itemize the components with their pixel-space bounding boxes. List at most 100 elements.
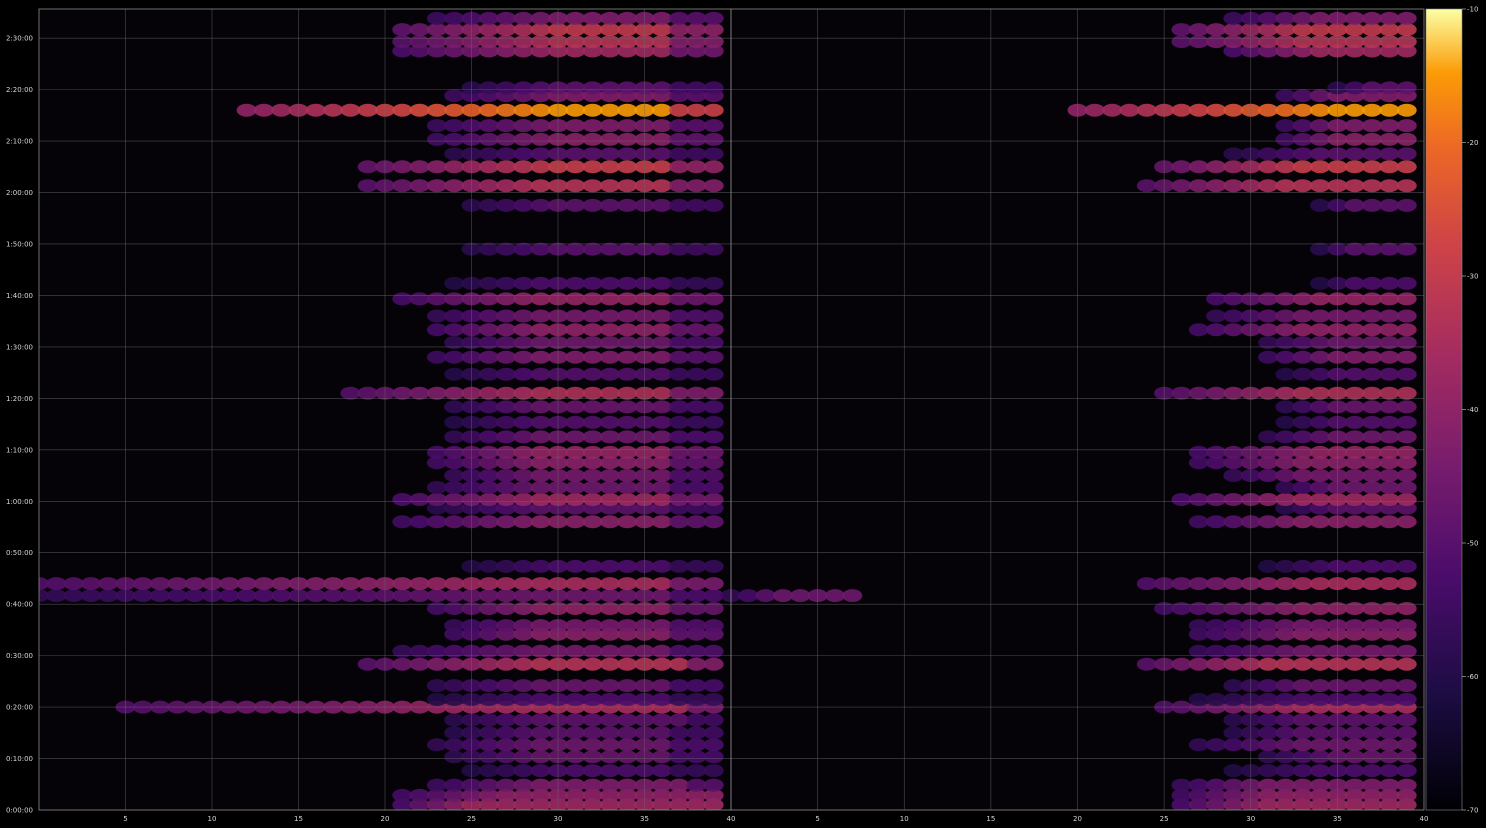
heatmap-cell: [686, 198, 707, 212]
heatmap-cell: [1258, 445, 1279, 459]
heatmap-cell: [651, 692, 672, 706]
heatmap-cell: [582, 589, 603, 603]
heatmap-cell: [530, 481, 551, 494]
heatmap-cell: [478, 577, 499, 591]
heatmap-cell: [669, 445, 690, 459]
heatmap-cell: [530, 750, 551, 764]
heatmap-cell: [513, 589, 534, 603]
heatmap-cell: [1258, 577, 1279, 591]
heatmap-cell: [426, 179, 447, 193]
heatmap-cell: [617, 198, 638, 212]
heatmap-cell: [513, 198, 534, 212]
heatmap-cell: [1275, 515, 1296, 529]
heatmap-cell: [617, 147, 638, 161]
heatmap-cell: [599, 481, 620, 494]
heatmap-cell: [392, 23, 413, 37]
heatmap-cell: [1379, 493, 1400, 506]
x-tick-label: 10: [900, 815, 909, 823]
heatmap-cell: [651, 778, 672, 792]
heatmap-cell: [703, 179, 724, 193]
heatmap-cell: [686, 147, 707, 161]
heatmap-cell: [357, 589, 378, 603]
heatmap-cell: [444, 619, 465, 633]
heatmap-cell: [1362, 386, 1382, 400]
heatmap-cell: [1362, 242, 1382, 256]
heatmap-cell: [651, 764, 672, 778]
heatmap-cell: [530, 577, 551, 591]
heatmap-cell: [513, 750, 534, 764]
heatmap-cell: [599, 179, 620, 193]
heatmap-cell: [1379, 469, 1400, 482]
heatmap-cell: [617, 619, 638, 633]
heatmap-cell: [1396, 309, 1417, 323]
heatmap-cell: [1171, 35, 1192, 49]
heatmap-cell: [1310, 147, 1330, 161]
heatmap-cell: [651, 750, 672, 764]
heatmap-cell: [582, 160, 603, 174]
heatmap-cell: [1292, 35, 1313, 49]
x-tick-label: 5: [815, 815, 819, 823]
heatmap-cell: [478, 481, 499, 494]
heatmap-cell: [1275, 559, 1296, 573]
heatmap-cell: [530, 559, 551, 573]
heatmap-cell: [1396, 400, 1417, 414]
heatmap-cell: [530, 692, 551, 706]
y-tick-label: 1:00:00: [6, 498, 33, 506]
heatmap-cell: [1362, 132, 1382, 146]
y-tick-label: 2:20:00: [6, 86, 33, 94]
heatmap-cell: [496, 750, 517, 764]
heatmap-cell: [530, 657, 551, 671]
heatmap-cell: [1206, 309, 1227, 323]
heatmap-cell: [1396, 35, 1417, 49]
heatmap-cell: [1362, 350, 1382, 364]
heatmap-cell: [1223, 147, 1244, 161]
heatmap-cell: [1275, 132, 1296, 146]
heatmap-cell: [1396, 559, 1417, 573]
heatmap-cell: [617, 179, 638, 193]
heatmap-cell: [392, 292, 413, 306]
heatmap-cell: [496, 778, 517, 792]
heatmap-cell: [496, 160, 517, 174]
heatmap-cell: [219, 577, 240, 591]
heatmap-cell: [686, 657, 707, 671]
heatmap-cell: [409, 657, 430, 671]
heatmap-cell: [651, 726, 672, 740]
heatmap-cell: [530, 738, 551, 752]
heatmap-cell: [669, 103, 690, 117]
heatmap-cell: [686, 738, 707, 752]
heatmap-cell: [582, 445, 603, 459]
heatmap-cell: [1258, 738, 1279, 752]
heatmap-cell: [478, 469, 499, 482]
heatmap-cell: [444, 400, 465, 414]
heatmap-cell: [1344, 198, 1365, 212]
heatmap-cell: [513, 160, 534, 174]
heatmap-cell: [1362, 367, 1382, 381]
heatmap-cell: [530, 198, 551, 212]
heatmap-cell: [669, 679, 690, 693]
heatmap-cell: [599, 367, 620, 381]
heatmap-cell: [1379, 738, 1400, 752]
heatmap-cell: [426, 577, 447, 591]
x-tick-label: 10: [208, 815, 217, 823]
heatmap-cell: [669, 179, 690, 193]
heatmap-cell: [1396, 738, 1417, 752]
heatmap-cell: [1292, 445, 1313, 459]
heatmap-cell: [703, 400, 724, 414]
heatmap-cell: [1223, 292, 1244, 306]
heatmap-cell: [1275, 292, 1296, 306]
heatmap-cell: [582, 726, 603, 740]
y-tick-label: 0:50:00: [6, 549, 33, 557]
heatmap-cell: [1206, 778, 1227, 792]
heatmap-cell: [703, 11, 724, 25]
heatmap-cell: [444, 35, 465, 49]
heatmap-cell: [1188, 657, 1209, 671]
heatmap-cell: [686, 323, 707, 337]
heatmap-cell: [496, 81, 517, 95]
heatmap-cell: [582, 515, 603, 529]
heatmap-cell: [1396, 469, 1417, 482]
heatmap-cell: [444, 367, 465, 381]
heatmap-cell: [1396, 23, 1417, 37]
heatmap-cell: [1258, 692, 1279, 706]
heatmap-cell: [184, 577, 205, 591]
heatmap-cell: [530, 726, 551, 740]
